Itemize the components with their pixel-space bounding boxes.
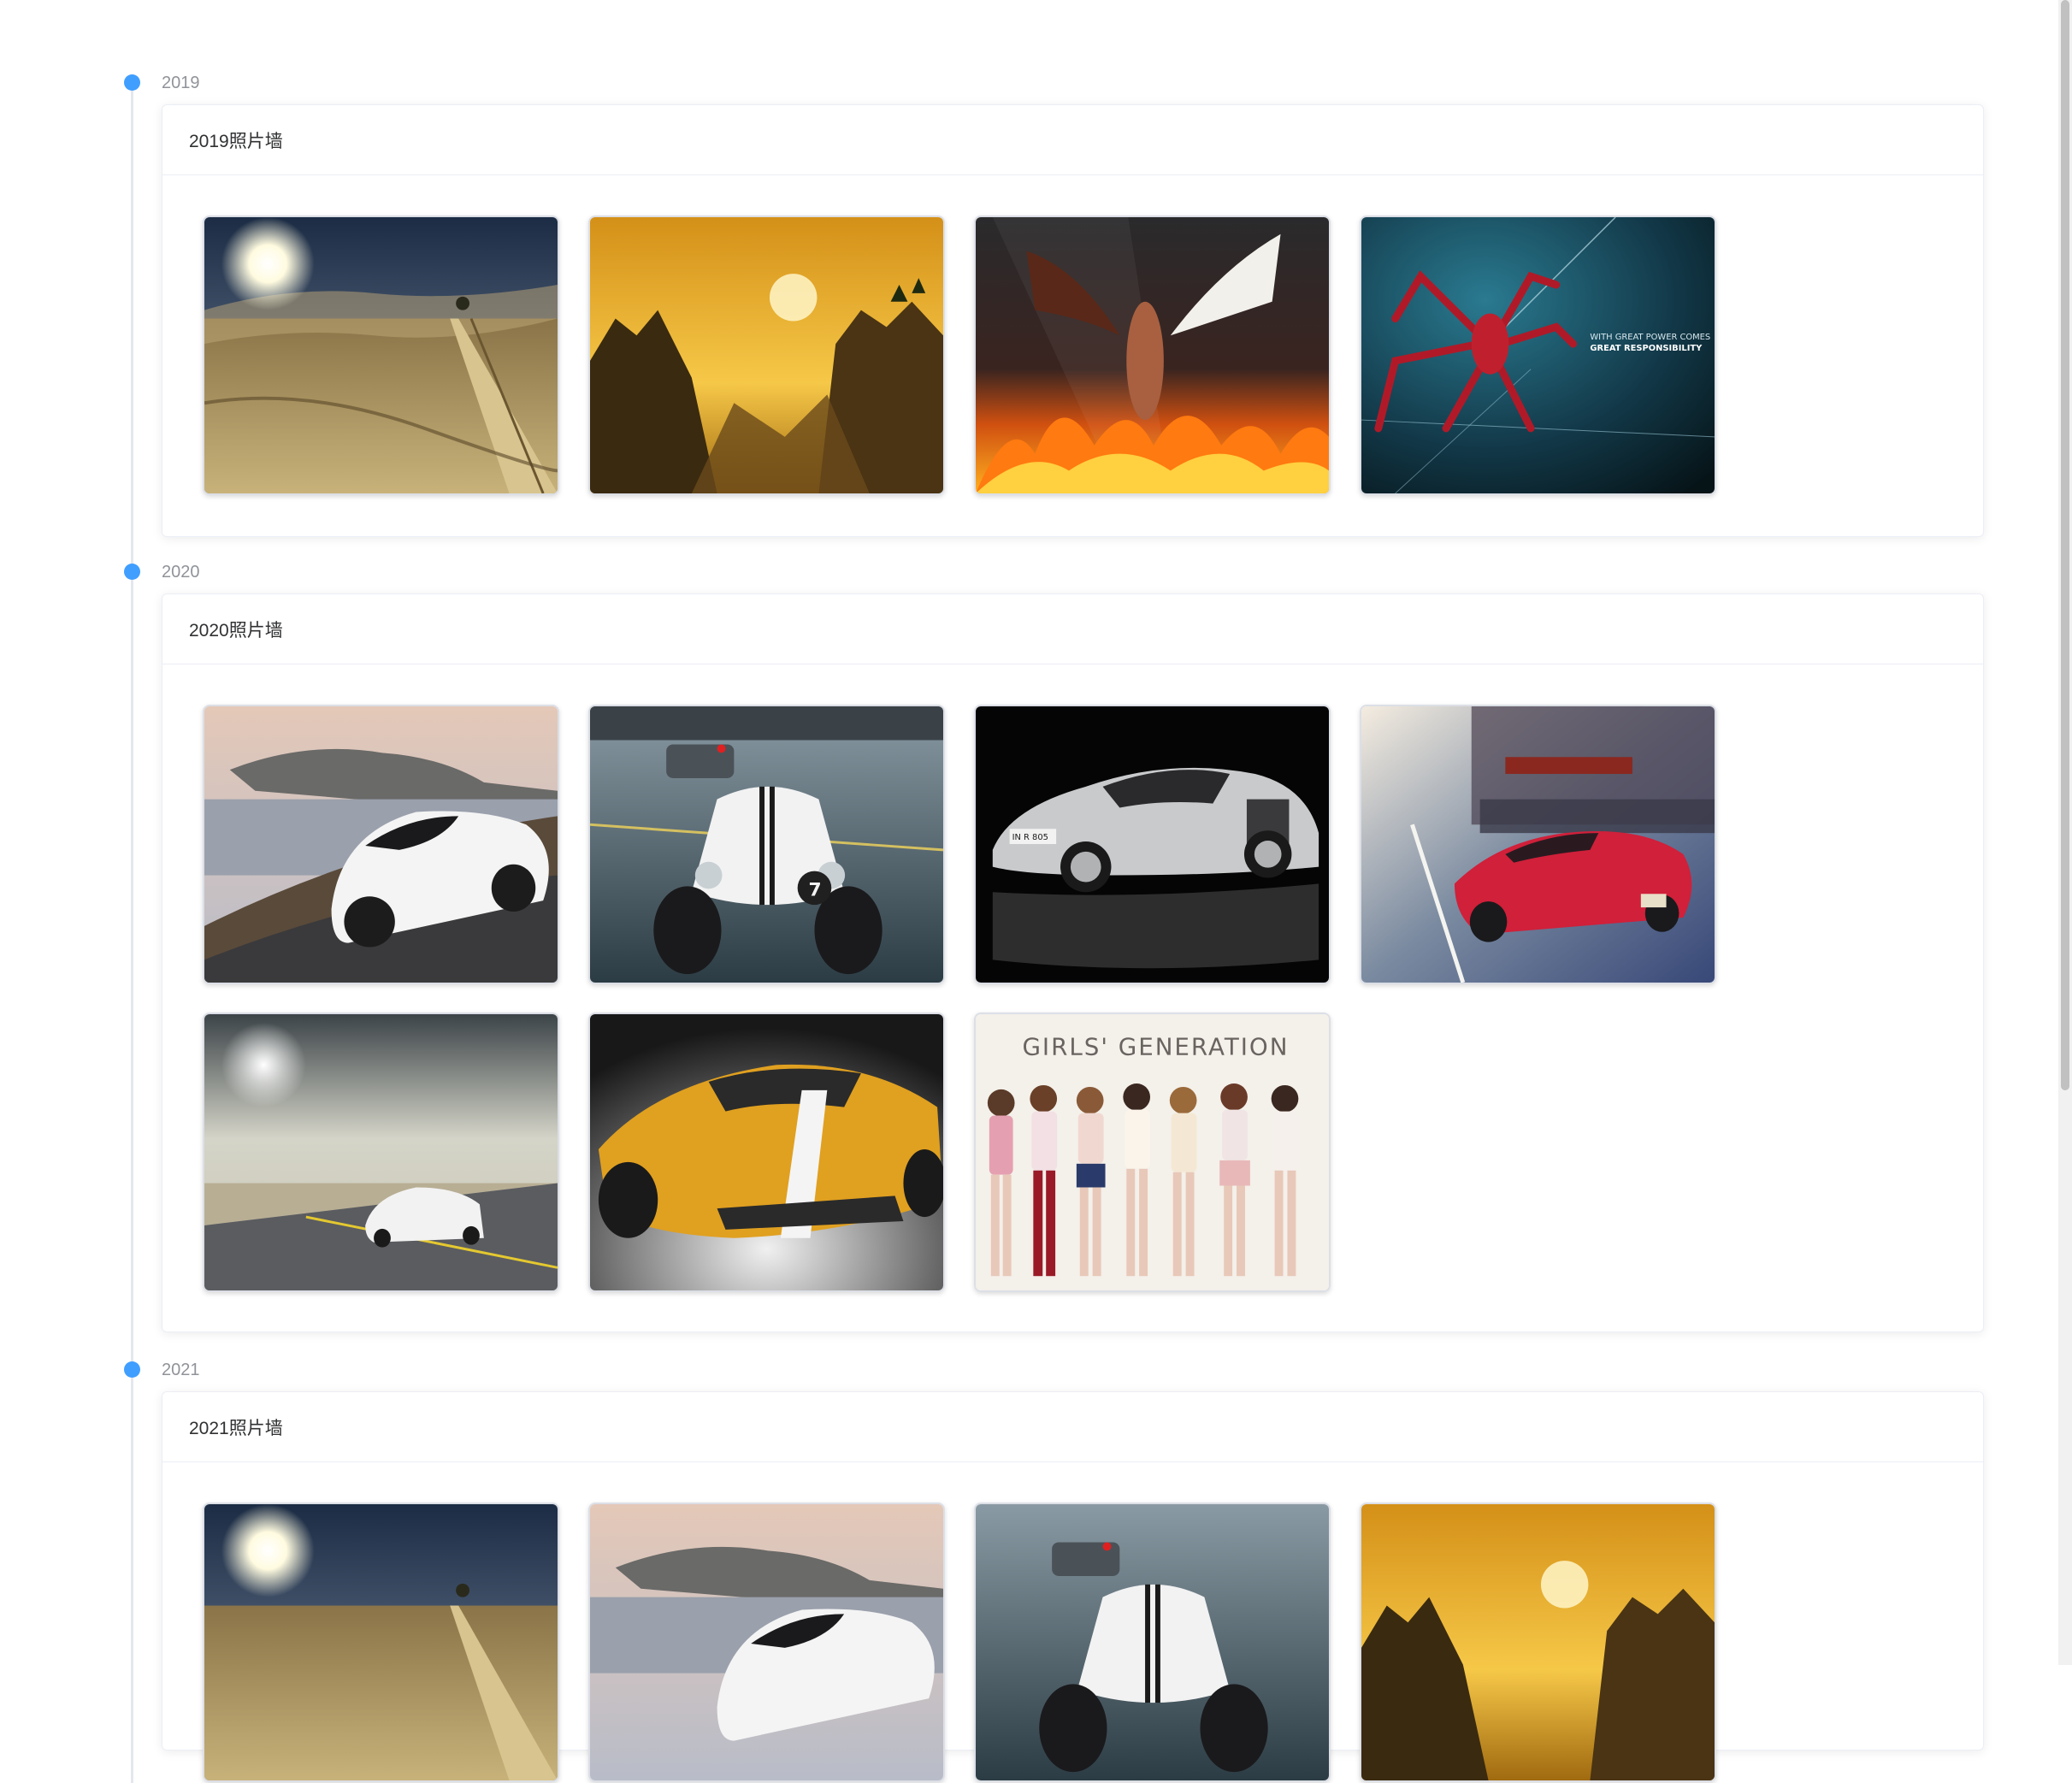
photo-white-bugatti-coast[interactable] (588, 1503, 945, 1782)
card-header: 2019照片墙 (162, 105, 1983, 175)
photo-angel-demon[interactable] (974, 215, 1331, 495)
timeline-line (131, 81, 133, 1783)
photo-wall-card: 2021照片墙 (162, 1391, 1984, 1782)
photo-red-ferrari[interactable] (1360, 705, 1716, 984)
timeline-timestamp: 2019 (162, 74, 200, 92)
spider-caption-line1: WITH GREAT POWER COMES (1590, 333, 1710, 342)
timeline-timestamp: 2021 (162, 1361, 200, 1379)
photo-golden-mountain[interactable] (1360, 1503, 1716, 1782)
photo-bugatti-highway[interactable] (203, 1013, 559, 1292)
card-title: 2020照片墙 (189, 620, 283, 641)
vertical-scrollbar[interactable] (2058, 0, 2072, 1665)
timeline-dot (124, 1361, 140, 1378)
photo-caterham-seven[interactable]: 7 (588, 705, 945, 984)
timeline-dot (124, 564, 140, 580)
photo-orange-lamborghini[interactable] (588, 1013, 945, 1292)
gg-title-text: GIRLS' GENERATION (1022, 1032, 1289, 1060)
photo-desert-road[interactable] (203, 215, 559, 495)
photo-white-bugatti-coast[interactable] (203, 705, 559, 984)
scrollbar-thumb[interactable] (2061, 0, 2069, 1090)
timeline-timestamp: 2020 (162, 563, 200, 582)
spider-caption-line2: GREAT RESPONSIBILITY (1590, 344, 1703, 353)
photo-wall-page: 2019 2019照片墙 WITH GREAT POWER COMES GREA… (0, 0, 2072, 1783)
caterham-number: 7 (809, 879, 822, 900)
photo-silver-audi-r8[interactable]: IN R 805 (974, 705, 1331, 984)
timeline-dot (124, 74, 140, 91)
photo-caterham-seven[interactable] (974, 1503, 1331, 1782)
card-header: 2020照片墙 (162, 594, 1983, 664)
photo-girls-generation[interactable]: GIRLS' GENERATION (974, 1013, 1331, 1292)
card-title: 2021照片墙 (189, 1418, 283, 1438)
photo-wall-card: 2020照片墙 7 IN R 805 GIRLS' GENERATION (162, 593, 1984, 1332)
audi-plate: IN R 805 (1012, 833, 1048, 842)
photo-desert-road[interactable] (203, 1503, 559, 1782)
photo-spider-emblem[interactable]: WITH GREAT POWER COMES GREAT RESPONSIBIL… (1360, 215, 1716, 495)
card-header: 2021照片墙 (162, 1392, 1983, 1462)
card-title: 2019照片墙 (189, 131, 283, 151)
photo-golden-mountain[interactable] (588, 215, 945, 495)
photo-wall-card: 2019照片墙 WITH GREAT POWER COMES GREAT RES… (162, 104, 1984, 537)
